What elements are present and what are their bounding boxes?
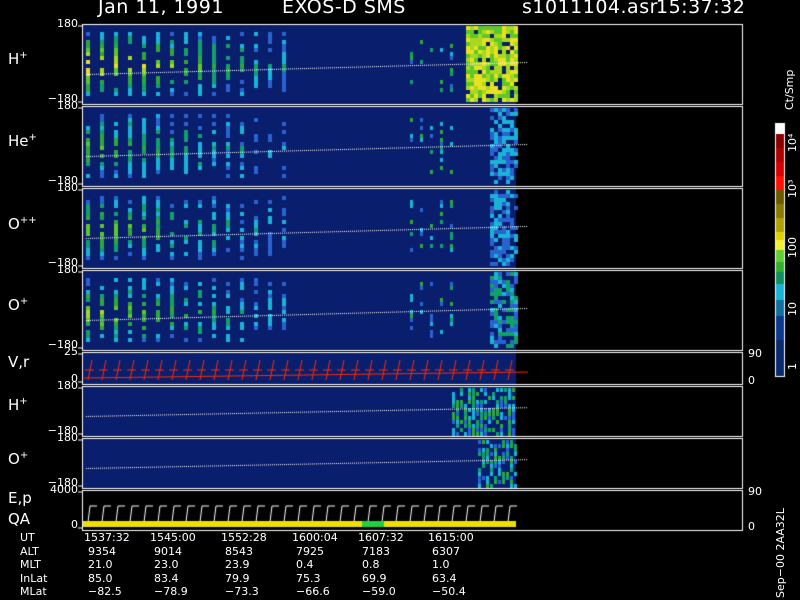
plot-instrument: EXOS-D SMS	[282, 0, 406, 18]
right-tick-min: 0	[748, 520, 755, 533]
orbit-value: 63.4	[432, 571, 457, 585]
plot-time: 15:37:32	[656, 0, 746, 18]
plot-filename: s1011104.asr	[522, 0, 658, 18]
panel-label-h-plus-2: H+	[8, 396, 28, 414]
orbit-value: −78.9	[154, 585, 188, 598]
colorbar-tick-label: 100	[786, 237, 799, 258]
orbit-row-label: ALT	[20, 544, 39, 558]
orbit-value: 9354	[88, 544, 116, 558]
panel-label-superscript: +	[19, 396, 28, 407]
orbit-value: −82.5	[88, 585, 122, 598]
panel-label-superscript: ++	[19, 215, 37, 226]
y-tick-max: 180	[57, 431, 78, 444]
orbit-value: 21.0	[88, 558, 113, 571]
orbit-value: 75.3	[296, 571, 321, 585]
orbit-value: 8543	[225, 544, 253, 558]
right-tick-min: 0	[748, 374, 755, 387]
orbit-value: 79.9	[225, 571, 250, 585]
panel-label-text: H	[8, 50, 20, 68]
orbit-value: 23.0	[154, 558, 179, 571]
right-tick-max: 90	[748, 485, 762, 498]
orbit-value: 1.0	[432, 558, 450, 571]
panel-label-text: E,p	[8, 489, 32, 507]
panel-label-he-plus: He+	[8, 132, 37, 150]
y-tick-max: 180	[57, 181, 78, 194]
panel-label-superscript: +	[28, 132, 37, 143]
plot-footer-code: Sep−00 2AA32L	[774, 508, 787, 598]
panel-label-text: O	[8, 215, 20, 233]
orbit-value: −50.4	[432, 585, 466, 598]
orbit-value: 0.8	[362, 558, 380, 571]
panel-label-ep: E,p	[8, 489, 32, 507]
panel-label-text: V,r	[8, 353, 30, 371]
y-tick-max: 4000	[50, 483, 78, 496]
orbit-value: 9014	[154, 544, 182, 558]
orbit-value: 1607:32	[358, 531, 404, 544]
orbit-value: 1615:00	[428, 531, 474, 544]
y-tick-max: 180	[57, 17, 78, 30]
panel-label-superscript: +	[19, 450, 29, 461]
panel-label-o-plus: O+	[8, 296, 28, 314]
orbit-value: 6307	[432, 544, 460, 558]
orbit-value: −59.0	[362, 585, 396, 598]
panel-label-vr: V,r	[8, 353, 29, 371]
panel-label-superscript: +	[19, 296, 29, 307]
right-tick-max: 90	[748, 347, 762, 360]
orbit-row-label: MLat	[20, 585, 47, 598]
orbit-value: −66.6	[296, 585, 330, 598]
orbit-value: 69.9	[362, 571, 387, 585]
y-tick-max: 25	[64, 345, 78, 358]
orbit-row-label: UT	[20, 531, 35, 544]
orbit-value: 85.0	[88, 571, 113, 585]
plot-date: Jan 11, 1991	[98, 0, 224, 18]
orbit-value: 1537:32	[84, 531, 130, 544]
orbit-value: −73.3	[225, 585, 259, 598]
orbit-value: 1545:00	[150, 531, 196, 544]
y-tick-min: 0	[71, 518, 78, 531]
panel-label-superscript: +	[19, 50, 28, 61]
panel-label-text: O	[8, 296, 20, 314]
y-tick-max: 180	[57, 379, 78, 392]
orbit-row-label: InLat	[20, 571, 48, 585]
colorbar-tick-label: 10	[786, 302, 799, 316]
y-tick-max: 180	[57, 263, 78, 276]
orbit-row-label: MLT	[20, 558, 41, 571]
panel-label-text: O	[8, 450, 20, 468]
colorbar-title: Ct/Smp	[783, 69, 796, 110]
panel-label-text: He	[8, 132, 29, 150]
orbit-value: 7925	[296, 544, 324, 558]
colorbar-tick-label: 1	[786, 363, 799, 370]
orbit-value: 1552:28	[221, 531, 267, 544]
orbit-value: 0.4	[296, 558, 314, 571]
panel-label-o-pp: O++	[8, 215, 37, 233]
y-tick-max: 180	[57, 99, 78, 112]
orbit-value: 23.9	[225, 558, 250, 571]
colorbar-tick-label: 10³	[786, 179, 799, 198]
qa-label: QA	[8, 510, 31, 528]
orbit-value: 83.4	[154, 571, 179, 585]
panel-label-o-plus-2: O+	[8, 450, 28, 468]
orbit-value: 1600:04	[292, 531, 338, 544]
particle-spectrogram-canvas	[0, 0, 800, 600]
panel-label-text: H	[8, 396, 20, 414]
panel-label-h-plus: H+	[8, 50, 28, 68]
orbit-value: 7183	[362, 544, 390, 558]
colorbar-tick-label: 10⁴	[786, 133, 799, 152]
